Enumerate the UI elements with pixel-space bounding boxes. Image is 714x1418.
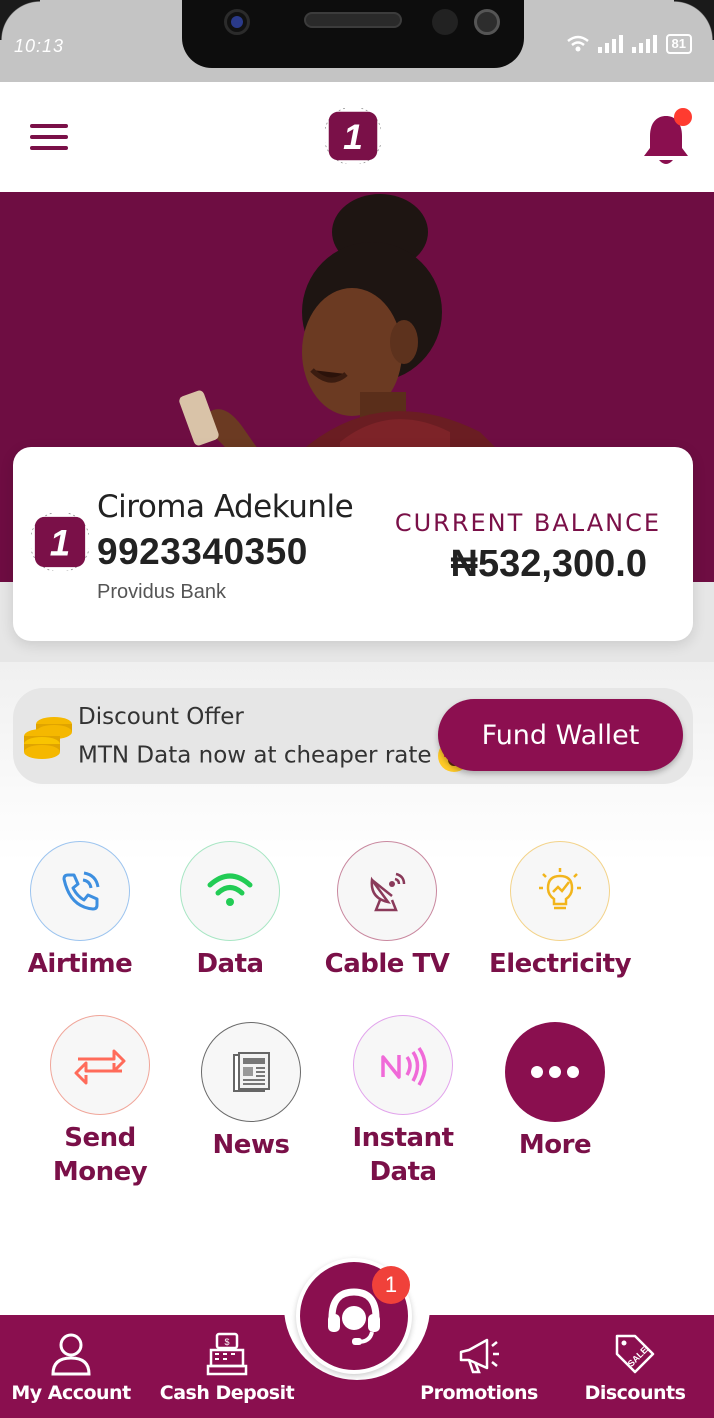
app-logo[interactable]: 1 [325,108,381,164]
system-icons: 81 [566,34,692,54]
nav-label: Promotions [420,1382,538,1404]
electricity-icon-circle[interactable] [510,841,610,941]
more-dots-icon [531,1066,579,1078]
service-cable-tv[interactable]: Cable TV [307,841,467,981]
status-time: 10:13 [14,36,65,56]
service-data[interactable]: Data [150,841,310,981]
service-label-line2: Data [369,1157,437,1187]
signal-strength-2-icon [631,35,657,53]
svg-text:$: $ [224,1337,229,1347]
service-label-line1: Instant [352,1123,454,1153]
account-holder-name: Ciroma Adekunle [97,489,354,525]
service-label: Cable TV [324,949,450,979]
svg-text:1: 1 [343,117,363,157]
nav-label: My Account [11,1382,131,1404]
megaphone-icon [459,1338,499,1374]
data-icon-circle[interactable] [180,841,280,941]
nav-promotions[interactable]: Promotions [404,1332,554,1404]
support-notification-badge: 1 [372,1266,410,1304]
nav-label: Discounts [584,1382,686,1404]
signal-strength-icon [597,35,623,53]
status-bar: 10:13 81 [0,0,714,82]
service-airtime[interactable]: Airtime [0,841,160,981]
account-number[interactable]: 9923340350 [97,531,308,573]
nfc-signal-icon [381,1046,427,1086]
sensor-icon [432,9,458,35]
balance-label: CURRENT BALANCE [394,509,661,537]
nav-cash-deposit[interactable]: $ Cash Deposit [152,1332,302,1404]
promo-subtitle: MTN Data now at cheaper rate [78,740,470,772]
service-instant-data[interactable]: Instant Data [323,1015,483,1189]
user-icon [51,1333,91,1376]
svg-text:1: 1 [50,523,70,564]
service-label-line2: Money [52,1157,148,1187]
fund-wallet-button[interactable]: Fund Wallet [438,699,683,771]
service-send-money[interactable]: Send Money [20,1015,180,1189]
service-label: Airtime [27,949,133,979]
frame-corner-left [0,0,40,40]
nav-label: Cash Deposit [159,1382,295,1404]
earpiece-speaker [304,12,402,28]
account-card: 1 Ciroma Adekunle 9923340350 Providus Ba… [13,447,693,641]
app-header: 1 [0,82,714,192]
sale-tag-icon: SALE [615,1334,655,1374]
promo-subtitle-text: MTN Data now at cheaper rate [78,742,432,769]
news-icon-circle[interactable] [201,1022,301,1122]
app-screen: 10:13 81 1 1 Ciroma Adekunle 9923340350 … [0,0,714,1418]
menu-icon[interactable] [30,124,68,150]
nav-my-account[interactable]: My Account [0,1332,146,1404]
service-more[interactable]: More [475,1022,635,1162]
cable-tv-icon-circle[interactable] [337,841,437,941]
instant-data-icon-circle[interactable] [353,1015,453,1115]
battery-indicator: 81 [665,34,692,54]
service-electricity[interactable]: Electricity [480,841,640,981]
lightbulb-icon [539,868,581,910]
nav-discounts[interactable]: SALE Discounts [560,1332,710,1404]
rear-sensor-icon [474,9,500,35]
balance-value: ₦532,300.0 [450,543,648,585]
transfer-arrows-icon [74,1049,126,1085]
service-label: Send Money [20,1121,180,1189]
more-icon-circle[interactable] [505,1022,605,1122]
service-news[interactable]: News [171,1022,331,1162]
cash-register-icon: $ [206,1332,248,1376]
notification-dot [674,108,692,126]
service-label-line1: Send [64,1123,136,1153]
bank-logo: 1 [31,513,89,571]
svg-text:SALE: SALE [626,1345,650,1369]
newspaper-icon [233,1052,270,1092]
phone-call-icon [62,871,100,911]
satellite-dish-icon [370,872,406,912]
coins-icon [24,717,72,759]
promo-title: Discount Offer [78,704,244,730]
wifi-status-icon [566,35,589,52]
service-label: More [518,1130,592,1160]
send-money-icon-circle[interactable] [50,1015,150,1115]
service-label: Data [196,949,264,979]
service-label: Instant Data [323,1121,483,1189]
service-label: Electricity [488,949,632,979]
front-camera-icon [224,9,250,35]
bank-name: Providus Bank [97,581,226,603]
service-label: News [212,1130,290,1160]
airtime-icon-circle[interactable] [30,841,130,941]
wifi-icon [207,873,253,906]
